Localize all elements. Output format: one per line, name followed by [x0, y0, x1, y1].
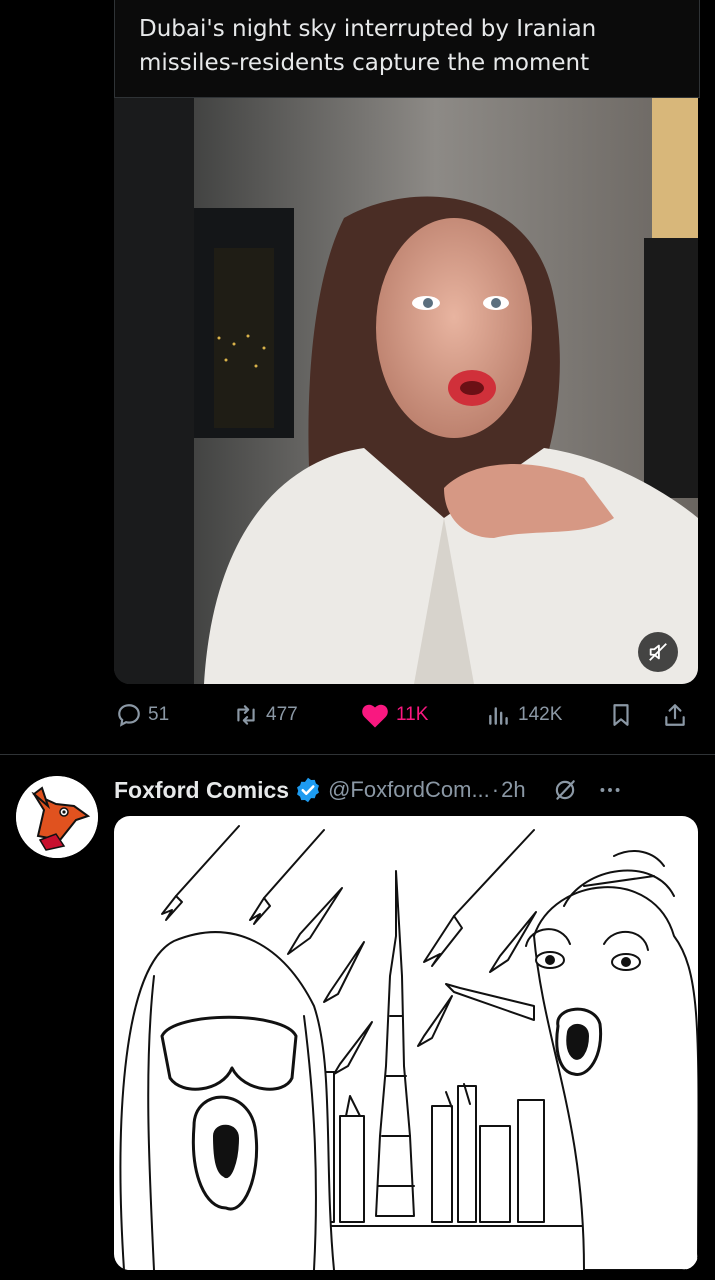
post-divider	[0, 754, 715, 755]
repost-icon	[237, 705, 255, 725]
post-caption-card: Dubai's night sky interrupted by Iranian…	[114, 0, 700, 98]
reply-count: 51	[148, 704, 170, 725]
more-icon[interactable]	[596, 777, 624, 803]
like-button[interactable]: 11K	[360, 696, 428, 734]
mute-icon	[649, 643, 667, 661]
post-header: Foxford Comics @FoxfordCom... · 2h	[114, 772, 704, 808]
comic-illustration	[119, 825, 698, 1270]
verified-icon	[297, 777, 320, 803]
repost-button[interactable]: 477	[232, 696, 298, 734]
post-caption: Dubai's night sky interrupted by Iranian…	[139, 16, 597, 76]
bookmark-icon	[613, 704, 629, 726]
bookmark-button[interactable]	[608, 696, 634, 734]
woman-left	[119, 931, 335, 1270]
post-image[interactable]	[114, 816, 698, 1270]
views-icon	[489, 707, 508, 725]
views-button[interactable]: 142K	[486, 696, 562, 734]
meta-separator: ·	[491, 777, 500, 802]
like-count: 11K	[396, 704, 429, 725]
fox-logo-icon	[16, 776, 98, 858]
video-frame	[114, 98, 698, 684]
author-handle[interactable]: @FoxfordCom...	[328, 777, 490, 803]
post-action-bar: 51 477 11K 142K	[114, 696, 698, 734]
author-name[interactable]: Foxford Comics	[114, 777, 289, 804]
post-time[interactable]: 2h	[501, 777, 525, 803]
reply-button[interactable]: 51	[116, 696, 169, 734]
share-icon	[665, 704, 685, 726]
views-count: 142K	[518, 704, 563, 725]
video-player[interactable]	[114, 98, 698, 684]
like-icon	[362, 704, 388, 728]
avatar[interactable]	[16, 776, 98, 858]
share-button[interactable]	[662, 696, 688, 734]
repost-count: 477	[266, 704, 298, 725]
mute-button[interactable]	[638, 632, 678, 672]
reply-icon	[118, 704, 140, 727]
grok-icon[interactable]	[552, 777, 578, 803]
